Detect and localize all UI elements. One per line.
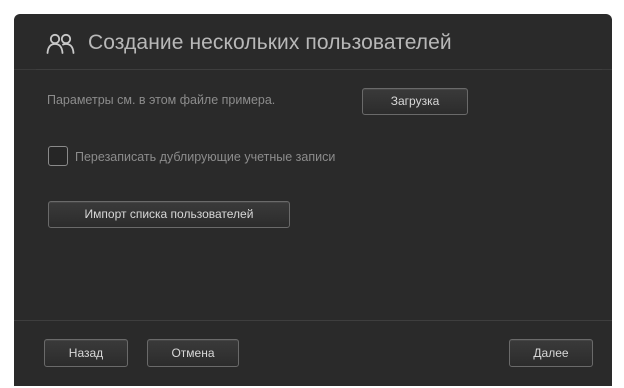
import-user-list-button[interactable]: Импорт списка пользователей: [48, 201, 290, 228]
create-multiple-users-dialog: Создание нескольких пользователей Параме…: [14, 14, 612, 386]
back-button[interactable]: Назад: [44, 339, 128, 367]
sample-file-info-text: Параметры см. в этом файле примера.: [47, 93, 276, 107]
users-icon: [46, 33, 75, 54]
dialog-title: Создание нескольких пользователей: [88, 31, 452, 54]
footer-divider: [14, 320, 612, 321]
overwrite-duplicates-label[interactable]: Перезаписать дублирующие учетные записи: [75, 150, 335, 164]
overwrite-duplicates-checkbox[interactable]: [48, 146, 68, 166]
next-button[interactable]: Далее: [509, 339, 593, 367]
cancel-button[interactable]: Отмена: [147, 339, 239, 367]
dialog-header: Создание нескольких пользователей: [14, 14, 612, 70]
header-divider: [36, 69, 602, 70]
load-button[interactable]: Загрузка: [362, 88, 468, 115]
